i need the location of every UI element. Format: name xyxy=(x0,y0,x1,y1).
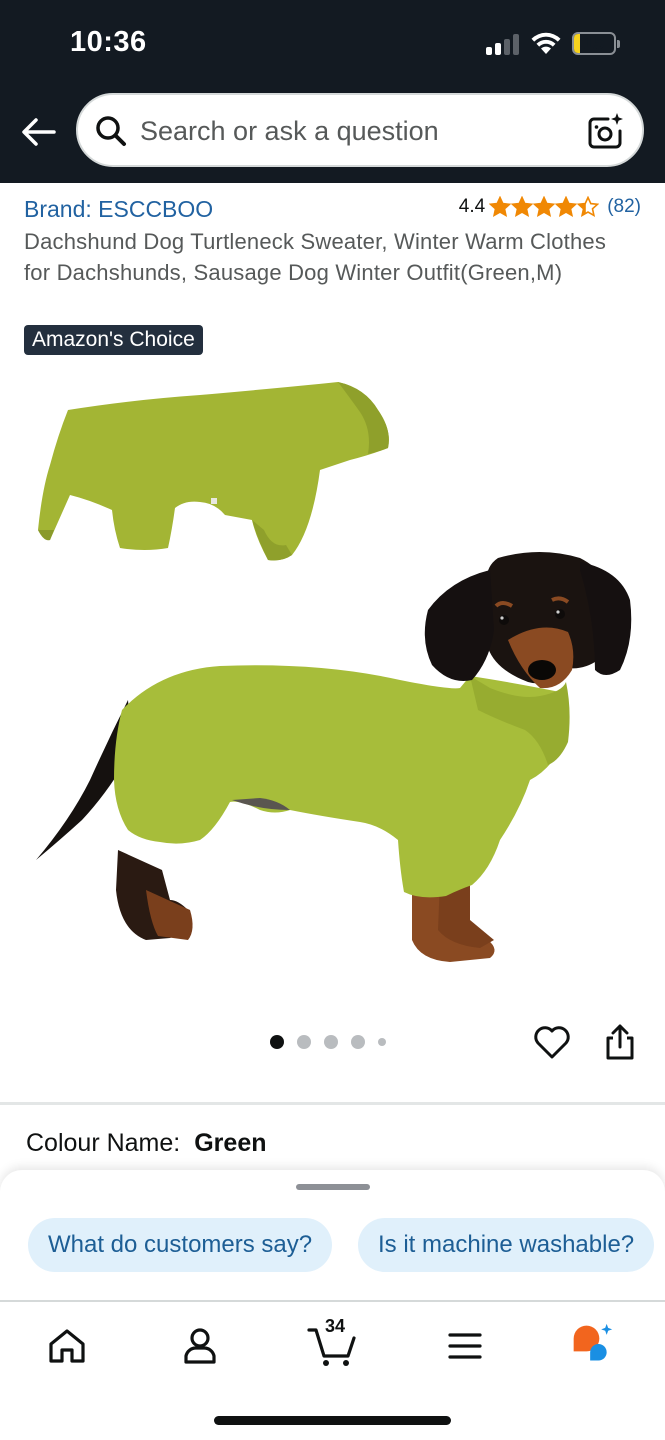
star-icon xyxy=(511,196,534,217)
carousel-dot[interactable] xyxy=(351,1035,365,1049)
dachshund-model-image xyxy=(36,552,632,962)
image-carousel-dots[interactable] xyxy=(270,1035,386,1049)
amazons-choice-badge: Amazon's Choice xyxy=(24,325,203,355)
colour-value: Green xyxy=(194,1129,267,1157)
cellular-signal-icon xyxy=(486,33,520,55)
share-icon[interactable] xyxy=(603,1022,637,1062)
star-icon xyxy=(577,196,600,217)
product-image[interactable] xyxy=(20,370,650,990)
star-rating-icon xyxy=(489,196,600,218)
camera-search-icon[interactable] xyxy=(586,111,626,151)
home-icon[interactable] xyxy=(45,1324,89,1368)
wifi-icon xyxy=(531,32,561,54)
colour-label: Colour Name: xyxy=(26,1129,181,1157)
back-arrow-icon[interactable] xyxy=(18,112,58,152)
rating[interactable]: 4.4 (82) xyxy=(459,196,641,218)
sweater-flat-image xyxy=(38,382,389,561)
product-title: Dachshund Dog Turtleneck Sweater, Winter… xyxy=(24,229,607,285)
carousel-dot[interactable] xyxy=(270,1035,284,1049)
search-bar[interactable] xyxy=(76,93,644,167)
battery-icon: 15 xyxy=(572,32,616,55)
search-icon xyxy=(96,116,126,146)
sheet-drag-handle[interactable] xyxy=(296,1184,370,1190)
cart-count-badge: 34 xyxy=(325,1316,346,1336)
carousel-dot[interactable] xyxy=(378,1038,386,1046)
rufus-suggestion-sheet: What do customers say? Is it machine was… xyxy=(0,1170,665,1300)
star-icon xyxy=(489,196,512,217)
top-bar: 10:36 15 xyxy=(0,0,665,183)
rufus-icon[interactable] xyxy=(570,1322,614,1366)
rating-value: 4.4 xyxy=(458,196,486,217)
brand-link[interactable]: Brand: ESCCBOO xyxy=(24,196,213,223)
carousel-dot[interactable] xyxy=(297,1035,311,1049)
star-icon xyxy=(533,196,556,217)
suggestion-chip-machine-washable[interactable]: Is it machine washable? xyxy=(358,1218,655,1272)
account-icon[interactable] xyxy=(178,1324,222,1368)
suggestion-chip-customers-say[interactable]: What do customers say? xyxy=(28,1218,333,1272)
star-icon xyxy=(555,196,578,217)
battery-level: 15 xyxy=(583,33,605,54)
colour-selection: Colour Name: Green xyxy=(26,1129,267,1158)
search-input[interactable] xyxy=(140,109,570,153)
carousel-dot[interactable] xyxy=(324,1035,338,1049)
status-time: 10:36 xyxy=(70,26,147,58)
menu-icon[interactable] xyxy=(443,1324,487,1368)
heart-icon[interactable] xyxy=(533,1024,571,1060)
home-indicator[interactable] xyxy=(214,1416,451,1425)
section-divider xyxy=(0,1102,665,1105)
rating-count-link[interactable]: (82) xyxy=(607,196,641,218)
